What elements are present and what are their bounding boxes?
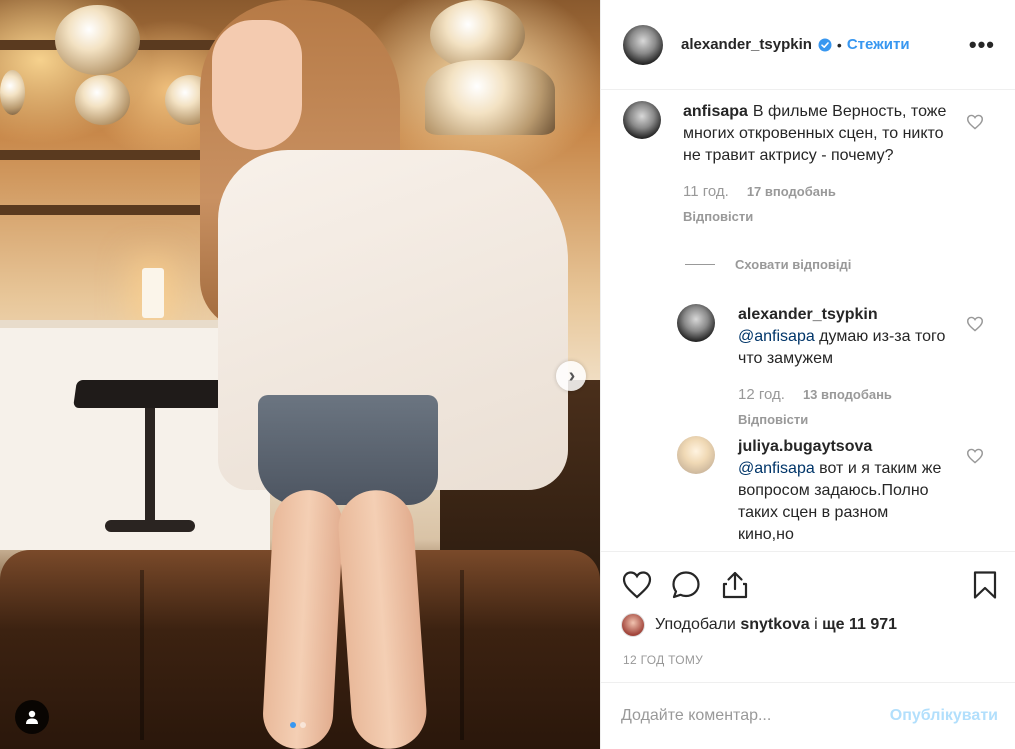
likes-prefix: Уподобали [655,616,736,633]
comment-text-block: anfisapa В фильме Верность, тоже многих о… [683,101,953,167]
comment-author[interactable]: alexander_tsypkin [738,304,943,326]
reply-item: alexander_tsypkin @anfisapa думаю из-за … [677,304,957,431]
post-sidebar: alexander_tsypkin • Стежити ••• anfisapa… [600,0,1015,749]
shelf [0,205,230,215]
candle [142,268,164,318]
post-photo[interactable]: › [0,0,600,749]
comment-text-block: alexander_tsypkin @anfisapa думаю из-за … [738,304,948,370]
user-tag-icon [26,710,38,724]
pendant-lamp [75,75,130,125]
comment-text-block: juliya.bugaytsova @anfisapa вот и я таки… [738,436,948,546]
comment-time[interactable]: 12 год. [738,384,785,406]
comment-likes[interactable]: 17 вподобань [747,181,836,203]
bar-stool [73,380,227,550]
verified-badge-icon [818,38,832,51]
pendant-lamp [425,60,555,135]
pendant-lamp [0,70,25,115]
liker-avatar[interactable] [621,613,645,637]
comment-body: anfisapa В фильме Верность, тоже многих о… [683,101,953,228]
comment-author[interactable]: anfisapa [683,103,748,120]
comment-mention[interactable]: @anfisapa [738,460,815,477]
sofa-seam [460,570,464,740]
separator-bullet: • [836,36,842,53]
reply-item: juliya.bugaytsova @anfisapa вот и я таки… [677,436,957,546]
author-username[interactable]: alexander_tsypkin [681,36,812,53]
person-shorts [258,395,438,505]
heart-icon[interactable] [966,114,984,130]
chevron-right-icon: › [568,365,576,387]
share-icon[interactable] [719,569,751,601]
post-header: alexander_tsypkin • Стежити ••• [601,0,1015,90]
comment-author[interactable]: juliya.bugaytsova [738,436,943,458]
liker-username[interactable]: snytkova [740,616,809,634]
comment-meta: 12 год. 13 вподобань [738,384,948,406]
likes-count[interactable]: ще 11 971 [822,616,897,634]
comments-list[interactable]: anfisapa В фильме Верность, тоже многих о… [601,91,1015,550]
publish-button[interactable]: Опублікувати [890,707,998,725]
hide-replies-button[interactable]: Сховати відповіді [685,257,851,272]
hide-replies-label: Сховати відповіді [735,257,852,272]
carousel-dot [300,722,306,728]
author-avatar[interactable] [623,24,663,65]
comment-item: anfisapa В фильме Верность, тоже многих о… [623,101,953,228]
follow-button[interactable]: Стежити [847,36,910,53]
next-photo-button[interactable]: › [556,361,586,391]
person-leg [261,488,345,749]
carousel-dot-active [290,722,296,728]
comment-body: juliya.bugaytsova @anfisapa вот и я таки… [738,436,948,546]
comment-body: alexander_tsypkin @anfisapa думаю из-за … [738,304,948,431]
comment-input[interactable] [621,707,890,725]
person-face [212,20,302,150]
instagram-post: › alexander_tsypkin • Стежити ••• anfisa… [0,0,1015,749]
comment-time[interactable]: 11 год. [683,181,729,203]
add-comment-bar: Опублікувати [601,682,1015,749]
likes-connector: і [814,616,818,633]
commenter-avatar[interactable] [677,304,715,342]
comment-icon[interactable] [670,569,702,601]
pendant-lamp [55,5,140,75]
reply-button[interactable]: Відповісти [738,409,948,431]
post-actions [601,551,1015,621]
divider-line [685,264,715,265]
post-timestamp[interactable]: 12 ГОД ТОМУ [623,653,703,667]
commenter-avatar[interactable] [623,101,661,139]
comment-meta: 11 год. 17 вподобань [683,181,953,203]
reply-button[interactable]: Відповісти [683,206,953,228]
sofa-seam [140,570,144,740]
more-options-button[interactable]: ••• [969,33,995,56]
comment-mention[interactable]: @anfisapa [738,328,815,345]
heart-icon[interactable] [966,448,984,464]
tagged-users-button[interactable] [15,700,49,734]
likes-summary: Уподобали snytkova і ще 11 971 [621,613,897,637]
carousel-indicator [290,722,306,728]
comment-likes[interactable]: 13 вподобань [803,384,892,406]
bookmark-icon[interactable] [969,569,1001,601]
commenter-avatar[interactable] [677,436,715,474]
heart-icon[interactable] [621,569,653,601]
heart-icon[interactable] [966,316,984,332]
shelf [0,150,230,160]
